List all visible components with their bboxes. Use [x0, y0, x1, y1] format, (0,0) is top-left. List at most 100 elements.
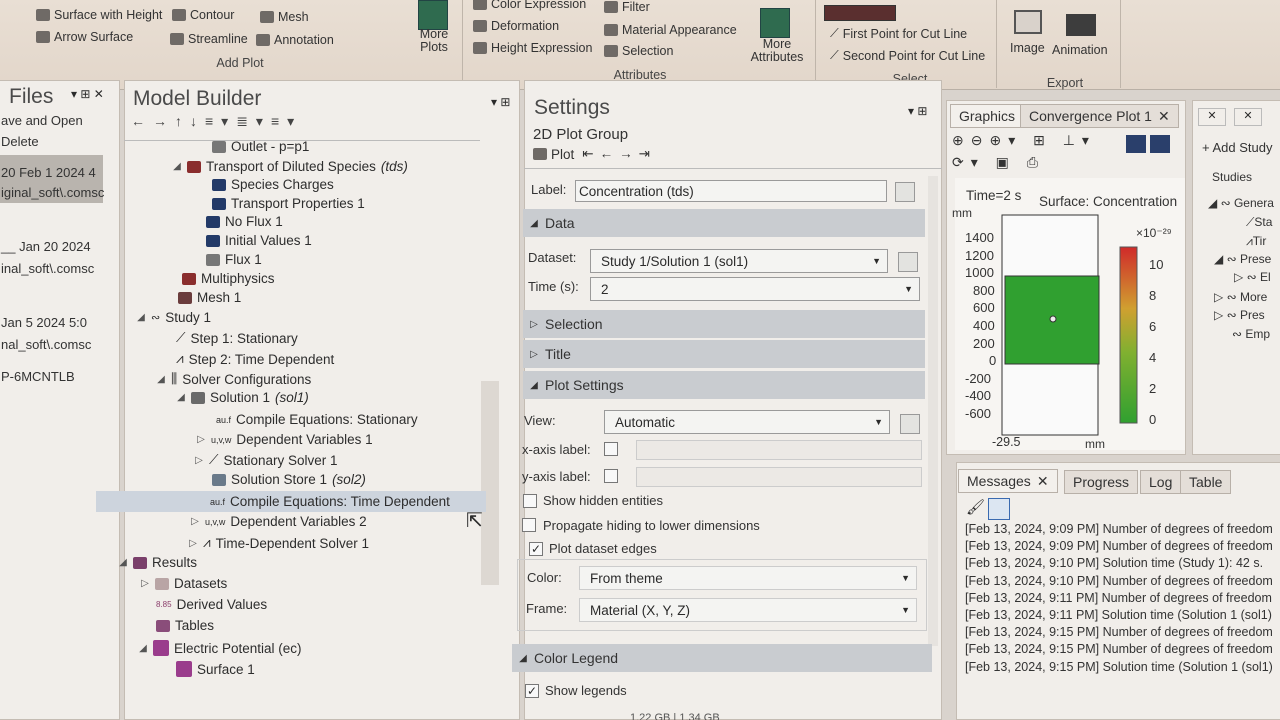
study-tree-item[interactable]: ◢ ∾ Genera	[1208, 196, 1274, 210]
tree-step-stationary[interactable]: ⟋ Step 1: Stationary	[176, 330, 298, 346]
tab-convergence[interactable]: Convergence Plot 1 ✕	[1020, 104, 1179, 128]
tab-log[interactable]: Log	[1140, 470, 1182, 494]
tree-outlet[interactable]: Outlet - p=p1	[212, 139, 309, 154]
tree-tables[interactable]: Tables	[156, 618, 214, 633]
tree-surface-1[interactable]: Surface 1	[176, 661, 255, 677]
yaxis-checkbox[interactable]	[604, 469, 618, 483]
animation-button[interactable]: Animation	[1052, 43, 1108, 57]
deformation-button[interactable]: Deformation	[473, 19, 559, 33]
study-tree-item[interactable]: ▷ ∾ Pres	[1214, 308, 1265, 322]
tree-derived-values[interactable]: 8.85 Derived Values	[156, 597, 267, 612]
study-tree-item[interactable]: ⟋Sta	[1246, 215, 1272, 230]
close-icon[interactable]: ✕	[1037, 473, 1049, 490]
plot-button[interactable]: Plot ⇤←→⇥	[533, 146, 656, 162]
tree-study[interactable]: ◢ ∾ Study 1	[136, 310, 211, 325]
tree-tds[interactable]: ◢ Transport of Diluted Species (tds)	[172, 159, 408, 174]
selection-button[interactable]: Selection	[604, 44, 673, 58]
title-section-header[interactable]: ▷ Title	[523, 340, 925, 368]
tree-compile-time-dependent[interactable]: au.f Compile Equations: Time Dependent	[210, 494, 450, 509]
study-tree-item[interactable]: ∾ Emp	[1232, 327, 1270, 341]
tree-time-dependent-solver[interactable]: ▷ ⩘ Time-Dependent Solver 1	[188, 535, 369, 551]
time-select[interactable]: 2 ▼	[590, 277, 920, 301]
show-hidden-checkbox[interactable]	[523, 494, 537, 508]
save-open-link[interactable]: ave and Open	[1, 113, 83, 128]
plot-settings-section-header[interactable]: ◢ Plot Settings	[523, 371, 925, 399]
graphics-toolbar[interactable]: ⊕⊖⊕▾ ⊞ ⊥▾	[952, 132, 1096, 149]
plot-navigation-icons[interactable]: ⇤←→⇥	[582, 146, 656, 162]
close-icon[interactable]: ✕	[1198, 108, 1226, 126]
model-builder-toolbar[interactable]: ←→↑↓≡▾≣▾≡▾	[131, 113, 302, 130]
propagate-checkbox[interactable]	[522, 518, 536, 532]
tree-step-time-dependent[interactable]: ⩘ Step 2: Time Dependent	[176, 351, 334, 367]
tree-flux[interactable]: Flux 1	[206, 252, 262, 267]
more-attributes-button[interactable]: More Attributes	[742, 38, 812, 64]
tree-solver-configurations[interactable]: ◢ ⫼ Solver Configurations	[156, 371, 311, 387]
graphics-toolbar-2[interactable]: ⟳▾ ▣ ⎙	[952, 154, 1045, 171]
mesh-button[interactable]: Mesh	[260, 10, 309, 24]
settings-scrollbar[interactable]	[928, 176, 938, 646]
tree-electric-potential[interactable]: ◢ Electric Potential (ec)	[138, 640, 302, 656]
contour-button[interactable]: Contour	[172, 8, 234, 22]
dataset-select[interactable]: Study 1/Solution 1 (sol1) ▼	[590, 249, 888, 273]
first-point-button[interactable]: ⟋ First Point for Cut Line	[830, 26, 967, 41]
files-panel-controls[interactable]: ▾ ⊞ ✕	[71, 87, 104, 101]
more-plots-button[interactable]: More Plots	[414, 28, 454, 54]
plot-edges-checkbox[interactable]: ✓	[529, 542, 543, 556]
surface-height-button[interactable]: Surface with Height	[36, 8, 162, 22]
tree-mesh[interactable]: Mesh 1	[178, 290, 241, 305]
study-tree-item[interactable]: ◢ ∾ Prese	[1214, 252, 1271, 266]
tree-transport-properties[interactable]: Transport Properties 1	[212, 196, 365, 211]
tree-multiphysics[interactable]: Multiphysics	[182, 271, 275, 286]
color-legend-section-header[interactable]: ◢ Color Legend	[512, 644, 932, 672]
study-tree-item[interactable]: ⩘Tir	[1246, 234, 1266, 249]
selection-section-header[interactable]: ▷ Selection	[523, 310, 925, 338]
tree-species-charges[interactable]: Species Charges	[212, 177, 334, 192]
dataset-goto-icon[interactable]	[898, 252, 918, 272]
close-icon[interactable]: ✕	[1158, 108, 1170, 125]
annotation-button[interactable]: Annotation	[256, 33, 334, 47]
show-legends-checkbox[interactable]: ✓	[525, 684, 539, 698]
xaxis-input[interactable]	[636, 440, 922, 460]
tree-dependent-variables-1[interactable]: ▷ u,v,w Dependent Variables 1	[196, 432, 373, 447]
streamline-button[interactable]: Streamline	[170, 32, 248, 46]
file-entry-path[interactable]: nal_soft\.comsc	[1, 337, 91, 352]
yaxis-input[interactable]	[636, 467, 922, 487]
tree-results[interactable]: ◢ Results	[118, 555, 197, 570]
data-section-header[interactable]: ◢ Data	[523, 209, 925, 237]
panel-menu-icon[interactable]: ▾ ⊞	[908, 104, 927, 118]
label-input[interactable]: Concentration (tds)	[575, 180, 887, 202]
height-expression-button[interactable]: Height Expression	[473, 41, 592, 55]
tab-table[interactable]: Table	[1180, 470, 1232, 494]
frame-select[interactable]: Material (X, Y, Z) ▼	[579, 598, 917, 622]
tree-compile-stationary[interactable]: au.f Compile Equations: Stationary	[216, 412, 418, 427]
file-entry-path[interactable]: inal_soft\.comsc	[1, 261, 94, 276]
image-button[interactable]: Image	[1010, 41, 1045, 55]
second-point-button[interactable]: ⟋ Second Point for Cut Line	[830, 48, 985, 63]
tab-progress[interactable]: Progress	[1064, 470, 1139, 494]
add-study-button[interactable]: + Add Study	[1202, 140, 1273, 155]
label-edit-icon[interactable]	[895, 182, 915, 202]
material-appearance-button[interactable]: Material Appearance	[604, 23, 737, 37]
copy-messages-icon[interactable]	[988, 498, 1010, 520]
tree-initial-values[interactable]: Initial Values 1	[206, 233, 312, 248]
arrow-surface-button[interactable]: Arrow Surface	[36, 30, 133, 44]
view-button[interactable]	[1126, 135, 1146, 153]
tab-messages[interactable]: Messages ✕	[958, 469, 1058, 493]
color-select[interactable]: From theme ▼	[579, 566, 917, 590]
view-select[interactable]: Automatic ▼	[604, 410, 890, 434]
select-toggle[interactable]	[824, 5, 896, 21]
tree-datasets[interactable]: ▷ Datasets	[140, 576, 227, 591]
close-icon[interactable]: ✕	[1234, 108, 1262, 126]
delete-link[interactable]: Delete	[1, 134, 39, 149]
tree-stationary-solver[interactable]: ▷ ⟋ Stationary Solver 1	[194, 452, 337, 468]
study-tree-item[interactable]: ▷ ∾ El	[1234, 270, 1271, 284]
tree-no-flux[interactable]: No Flux 1	[206, 214, 283, 229]
file-entry-date[interactable]: __ Jan 20 2024	[1, 239, 91, 254]
clear-messages-icon[interactable]: 🖌	[966, 498, 985, 516]
view-button[interactable]	[1150, 135, 1170, 153]
panel-menu-icon[interactable]: ▾ ⊞	[491, 95, 510, 109]
tree-solution-1[interactable]: ◢ Solution 1 (sol1)	[176, 390, 309, 405]
filter-button[interactable]: Filter	[604, 0, 650, 14]
view-goto-icon[interactable]	[900, 414, 920, 434]
study-tree-item[interactable]: ▷ ∾ More	[1214, 290, 1267, 304]
